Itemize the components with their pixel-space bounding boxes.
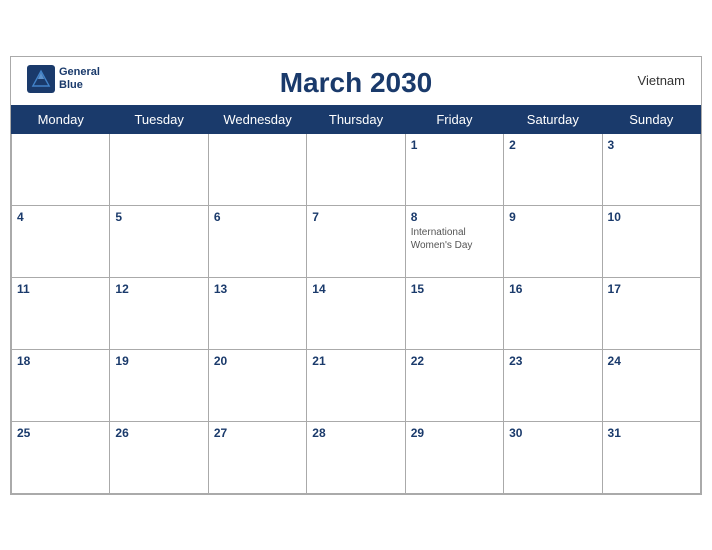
calendar-day-cell: 1 <box>405 133 503 205</box>
logo: General Blue <box>27 65 100 93</box>
calendar-day-cell: 5 <box>110 205 208 277</box>
day-number: 1 <box>411 138 498 152</box>
day-number: 3 <box>608 138 695 152</box>
day-number: 11 <box>17 282 104 296</box>
day-number: 16 <box>509 282 596 296</box>
calendar-day-cell: 21 <box>307 349 405 421</box>
calendar-day-cell <box>307 133 405 205</box>
day-number: 12 <box>115 282 202 296</box>
calendar-day-cell: 3 <box>602 133 700 205</box>
day-number: 21 <box>312 354 399 368</box>
day-number: 13 <box>214 282 301 296</box>
calendar-day-cell: 9 <box>504 205 602 277</box>
logo-text: General Blue <box>59 66 100 90</box>
month-title: March 2030 <box>280 67 433 99</box>
day-number: 20 <box>214 354 301 368</box>
day-number: 14 <box>312 282 399 296</box>
day-of-week-header: Sunday <box>602 105 700 133</box>
calendar-day-cell: 13 <box>208 277 306 349</box>
country-label: Vietnam <box>638 73 685 88</box>
calendar-day-cell: 16 <box>504 277 602 349</box>
calendar-day-cell: 22 <box>405 349 503 421</box>
day-number: 18 <box>17 354 104 368</box>
day-number: 5 <box>115 210 202 224</box>
calendar-week-row: 18 19 20 21 22 23 24 <box>12 349 701 421</box>
day-number: 23 <box>509 354 596 368</box>
calendar-day-cell: 17 <box>602 277 700 349</box>
calendar-day-cell: 11 <box>12 277 110 349</box>
calendar-day-cell <box>110 133 208 205</box>
calendar-day-cell: 15 <box>405 277 503 349</box>
calendar-day-cell <box>12 133 110 205</box>
calendar-day-cell: 12 <box>110 277 208 349</box>
day-number: 27 <box>214 426 301 440</box>
day-number: 2 <box>509 138 596 152</box>
day-number: 31 <box>608 426 695 440</box>
day-number: 15 <box>411 282 498 296</box>
day-number: 7 <box>312 210 399 224</box>
calendar-table: MondayTuesdayWednesdayThursdayFridaySatu… <box>11 105 701 494</box>
day-number: 28 <box>312 426 399 440</box>
day-number: 10 <box>608 210 695 224</box>
day-number: 29 <box>411 426 498 440</box>
calendar-day-cell: 20 <box>208 349 306 421</box>
calendar-day-cell: 28 <box>307 421 405 493</box>
day-of-week-header: Monday <box>12 105 110 133</box>
calendar-week-row: 45678 International Women's Day 9 10 <box>12 205 701 277</box>
calendar-week-row: 11 12 13 14 15 16 17 <box>12 277 701 349</box>
calendar-day-cell: 24 <box>602 349 700 421</box>
calendar-day-cell: 23 <box>504 349 602 421</box>
day-number: 6 <box>214 210 301 224</box>
calendar-week-row: 123 <box>12 133 701 205</box>
day-number: 9 <box>509 210 596 224</box>
calendar-day-cell: 14 <box>307 277 405 349</box>
day-number: 17 <box>608 282 695 296</box>
day-of-week-header: Tuesday <box>110 105 208 133</box>
day-number: 25 <box>17 426 104 440</box>
calendar-day-cell: 27 <box>208 421 306 493</box>
calendar: General Blue March 2030 Vietnam MondayTu… <box>10 56 702 495</box>
day-number: 26 <box>115 426 202 440</box>
calendar-day-cell: 30 <box>504 421 602 493</box>
calendar-day-cell: 18 <box>12 349 110 421</box>
calendar-day-cell: 4 <box>12 205 110 277</box>
calendar-day-cell <box>208 133 306 205</box>
calendar-day-cell: 19 <box>110 349 208 421</box>
calendar-week-row: 25 26 27 28 29 30 31 <box>12 421 701 493</box>
day-number: 8 <box>411 210 498 224</box>
calendar-header: General Blue March 2030 Vietnam <box>11 57 701 105</box>
calendar-day-cell: 25 <box>12 421 110 493</box>
day-of-week-header: Wednesday <box>208 105 306 133</box>
calendar-day-cell: 31 <box>602 421 700 493</box>
day-number: 19 <box>115 354 202 368</box>
day-of-week-header: Saturday <box>504 105 602 133</box>
holiday-label: International Women's Day <box>411 226 498 252</box>
calendar-day-cell: 2 <box>504 133 602 205</box>
calendar-day-cell: 10 <box>602 205 700 277</box>
day-number: 4 <box>17 210 104 224</box>
day-number: 22 <box>411 354 498 368</box>
calendar-day-cell: 26 <box>110 421 208 493</box>
calendar-day-cell: 8 International Women's Day <box>405 205 503 277</box>
calendar-day-cell: 29 <box>405 421 503 493</box>
logo-icon <box>27 65 55 93</box>
day-number: 30 <box>509 426 596 440</box>
day-number: 24 <box>608 354 695 368</box>
calendar-day-cell: 6 <box>208 205 306 277</box>
day-of-week-header: Friday <box>405 105 503 133</box>
day-of-week-header: Thursday <box>307 105 405 133</box>
calendar-day-cell: 7 <box>307 205 405 277</box>
